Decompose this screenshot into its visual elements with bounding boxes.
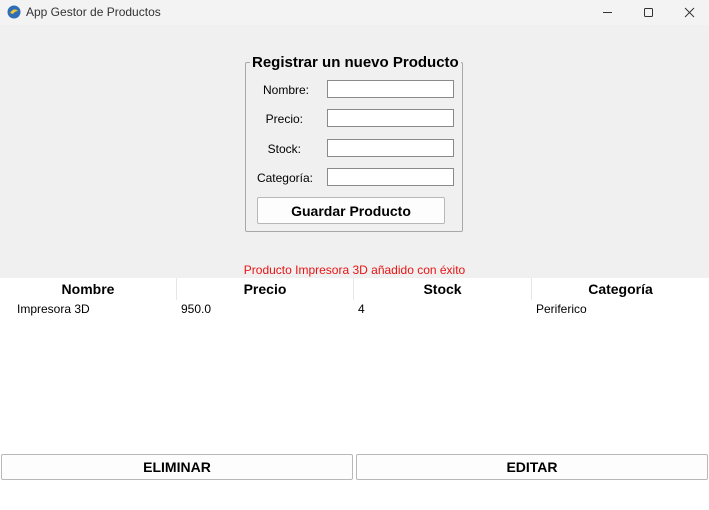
products-table[interactable]: Nombre Precio Stock Categoría Impresora …: [0, 278, 709, 448]
name-input[interactable]: [327, 80, 454, 98]
maximize-icon: [643, 8, 653, 17]
stock-input[interactable]: [327, 139, 454, 157]
category-input[interactable]: [327, 168, 454, 186]
minimize-button[interactable]: [585, 0, 629, 25]
delete-button[interactable]: ELIMINAR: [1, 454, 353, 480]
cell-precio: 950.0: [181, 302, 212, 316]
column-header-stock[interactable]: Stock: [354, 278, 532, 300]
category-label: Categoría:: [256, 171, 313, 185]
save-product-button[interactable]: Guardar Producto: [257, 197, 445, 224]
column-header-nombre[interactable]: Nombre: [0, 278, 177, 300]
cell-nombre: Impresora 3D: [17, 302, 90, 316]
actions-bar: ELIMINAR EDITAR: [0, 448, 709, 510]
title-bar: App Gestor de Productos: [0, 0, 709, 25]
status-message: Producto Impresora 3D añadido con éxito: [243, 263, 466, 277]
maximize-button[interactable]: [626, 0, 670, 25]
stock-label: Stock:: [267, 142, 301, 156]
column-header-categoria[interactable]: Categoría: [532, 278, 709, 300]
form-legend: Registrar un nuevo Producto: [250, 54, 461, 71]
cell-categoria: Periferico: [536, 302, 587, 316]
price-label: Precio:: [265, 112, 303, 126]
close-button[interactable]: [667, 0, 709, 25]
cell-stock: 4: [358, 302, 365, 316]
app-feather-icon: [7, 5, 21, 19]
column-header-precio[interactable]: Precio: [177, 278, 354, 300]
name-label: Nombre:: [262, 83, 309, 97]
window-title: App Gestor de Productos: [26, 5, 161, 19]
close-icon: [684, 7, 694, 18]
edit-button[interactable]: EDITAR: [356, 454, 708, 480]
price-input[interactable]: [327, 109, 454, 127]
minimize-icon: [602, 12, 612, 13]
